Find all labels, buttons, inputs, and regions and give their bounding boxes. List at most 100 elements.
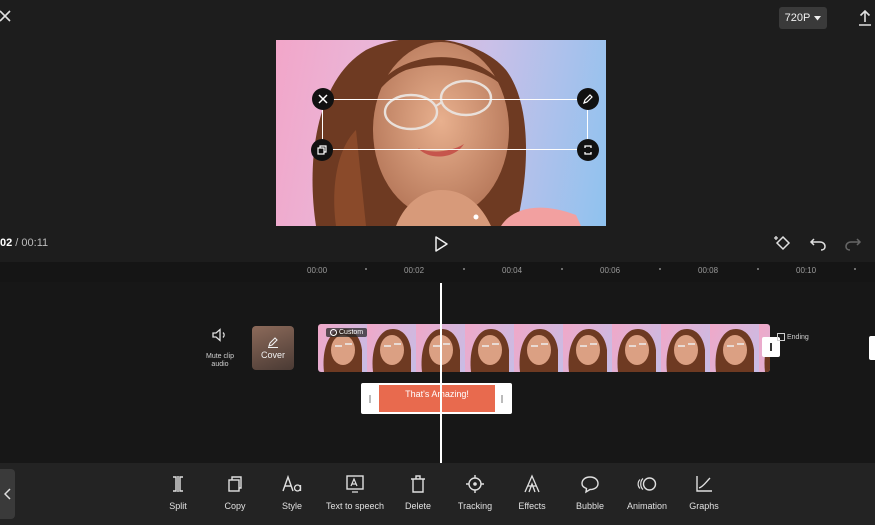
video-thumbnail <box>465 324 514 372</box>
edit-icon <box>583 94 593 104</box>
text-clip[interactable]: That's Amazing! <box>361 383 512 414</box>
effects-icon <box>524 474 540 493</box>
video-thumbnail <box>367 324 416 372</box>
tool-label: Copy <box>224 501 246 511</box>
delete-icon <box>318 94 328 104</box>
add-clip-handle[interactable] <box>869 336 875 360</box>
tool-delete[interactable]: Delete <box>388 474 448 511</box>
mute-clip-audio-label: Mute clip audio <box>205 353 234 368</box>
custom-tag: Custom <box>326 328 368 337</box>
total-time: 00:11 <box>21 237 49 249</box>
ruler-dot <box>659 268 661 270</box>
ruler-label: 00:04 <box>502 266 523 275</box>
ruler-dot <box>757 268 759 270</box>
text-clip-left-grip[interactable] <box>369 395 371 403</box>
split-icon <box>173 476 183 492</box>
caret-down-icon <box>814 15 822 20</box>
tool-bubble[interactable]: Bubble <box>560 474 620 511</box>
export-icon <box>859 9 871 26</box>
tool-label: Graphs <box>689 501 719 511</box>
mute-clip-audio-button[interactable]: Mute clip audio <box>204 328 236 369</box>
video-clip-track[interactable] <box>318 324 770 372</box>
close-button[interactable] <box>0 6 18 28</box>
overlay-copy-button[interactable] <box>311 139 333 161</box>
ruler-dot <box>561 268 563 270</box>
style-icon <box>282 474 302 492</box>
ruler-label: 00:10 <box>796 266 817 275</box>
ruler-label: 00:08 <box>698 266 719 275</box>
tool-label: Split <box>169 501 187 511</box>
undo-button[interactable] <box>809 234 827 252</box>
tool-graphs[interactable]: Graphs <box>674 474 734 511</box>
edit-icon <box>268 337 278 348</box>
cover-button[interactable]: Cover <box>252 326 294 370</box>
ending-icon <box>777 333 785 341</box>
keyframe-button[interactable] <box>774 234 792 252</box>
current-time: 02 <box>0 237 13 249</box>
copy-icon <box>228 476 242 492</box>
toolbar-back-button[interactable] <box>0 469 15 519</box>
text-clip-body: That's Amazing! <box>379 385 495 412</box>
video-thumbnail <box>563 324 612 372</box>
overlay-edit-button[interactable] <box>577 88 599 110</box>
play-icon <box>435 236 448 252</box>
tool-split[interactable]: Split <box>148 474 208 511</box>
text-to-speech-icon <box>346 475 364 493</box>
play-button[interactable] <box>432 235 450 253</box>
overlay-rotate-scale-button[interactable] <box>577 139 599 161</box>
ruler-label: 00:02 <box>404 266 425 275</box>
tool-label: Effects <box>518 501 546 511</box>
tool-copy[interactable]: Copy <box>205 474 265 511</box>
timeline-ruler[interactable] <box>0 262 875 282</box>
custom-icon <box>330 329 337 336</box>
text-selection-box[interactable] <box>322 99 588 150</box>
tool-animation[interactable]: Animation <box>617 474 677 511</box>
chevron-left-icon <box>3 488 11 500</box>
tool-label: Delete <box>404 501 431 511</box>
ending-button[interactable]: Ending <box>777 333 809 341</box>
ending-label: Ending <box>787 333 809 341</box>
overlay-delete-button[interactable] <box>312 88 334 110</box>
video-thumbnail <box>710 324 759 372</box>
undo-icon <box>809 238 826 251</box>
tool-tracking[interactable]: Tracking <box>445 474 505 511</box>
tool-label: Bubble <box>575 501 605 511</box>
tool-effects[interactable]: Effects <box>502 474 562 511</box>
copy-icon <box>317 145 327 155</box>
custom-tag-label: Custom <box>339 329 364 336</box>
text-clip-label: That's Amazing! <box>405 389 469 399</box>
cover-label: Cover <box>260 350 285 360</box>
video-thumbnail <box>661 324 710 372</box>
playhead[interactable] <box>440 283 442 463</box>
ruler-dot <box>365 268 367 270</box>
tool-label: Animation <box>626 501 668 511</box>
speaker-icon <box>212 328 225 342</box>
tool-text-to-speech[interactable]: Text to speech <box>325 474 385 511</box>
tool-label: Style <box>281 501 302 511</box>
ruler-dot <box>463 268 465 270</box>
tool-label: Tracking <box>457 501 493 511</box>
video-thumbnail <box>612 324 661 372</box>
video-thumbnail <box>514 324 563 372</box>
animation-icon <box>637 477 657 491</box>
ruler-label: 00:00 <box>307 266 328 275</box>
resolution-dropdown[interactable]: 720P <box>779 7 827 29</box>
keyframe-icon <box>774 235 791 251</box>
ruler-dot <box>854 268 856 270</box>
close-icon <box>0 10 11 22</box>
text-clip-right-grip[interactable] <box>501 395 503 403</box>
tool-label: Text to speech <box>325 501 385 511</box>
tool-style[interactable]: Style <box>262 474 322 511</box>
bubble-icon <box>581 476 599 494</box>
export-button[interactable] <box>855 8 875 28</box>
delete-icon <box>411 475 425 493</box>
rotate-scale-icon <box>584 145 592 155</box>
grip-icon <box>770 343 772 351</box>
ruler-label: 00:06 <box>600 266 621 275</box>
redo-button[interactable] <box>844 234 862 252</box>
tracking-icon <box>466 475 484 493</box>
resolution-label: 720P <box>784 12 811 24</box>
timecode: 02 / 00:11 <box>0 237 48 249</box>
redo-icon <box>845 238 862 251</box>
graphs-icon <box>696 476 712 492</box>
